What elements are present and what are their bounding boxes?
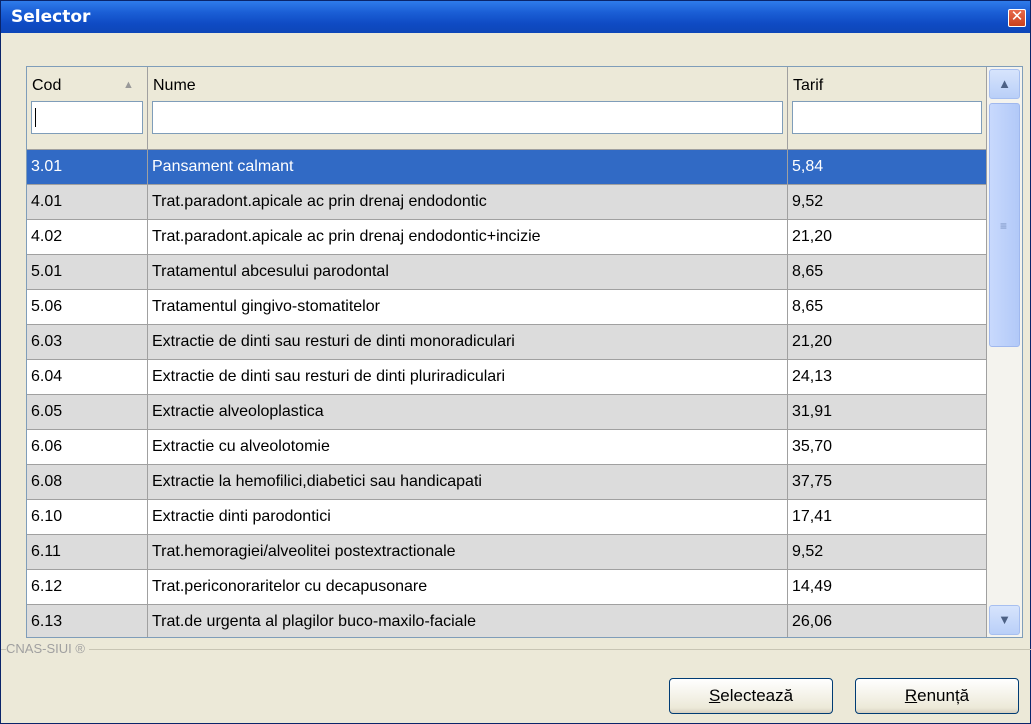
cell-tarif: 14,49 (788, 570, 987, 604)
cell-tarif: 31,91 (788, 395, 987, 429)
select-accel: S (708, 686, 721, 705)
cell-cod: 3.01 (27, 150, 148, 184)
cell-cod: 6.10 (27, 500, 148, 534)
cell-cod: 6.06 (27, 430, 148, 464)
footer-divider (1, 649, 1031, 650)
cell-nume: Trat.periconoraritelor cu decapusonare (148, 570, 788, 604)
selector-dialog: Selector ✕ Cod ▲ Nume Tarif 3.01 Pansamen… (0, 0, 1031, 724)
grid-header: Cod ▲ Nume Tarif (27, 67, 987, 150)
cell-tarif: 17,41 (788, 500, 987, 534)
table-row[interactable]: 6.11 Trat.hemoragiei/alveolitei postextra… (27, 535, 987, 570)
scroll-thumb[interactable]: ≡ (989, 103, 1020, 347)
cancel-label: enunță (917, 686, 970, 705)
cell-cod: 6.03 (27, 325, 148, 359)
table-row[interactable]: 5.06 Tratamentul gingivo-stomatitelor 8,65 (27, 290, 987, 325)
cell-cod: 6.13 (27, 605, 148, 637)
cancel-accel: R (904, 686, 918, 705)
cell-cod: 6.08 (27, 465, 148, 499)
cell-nume: Tratamentul gingivo-stomatitelor (148, 290, 788, 324)
cell-tarif: 5,84 (788, 150, 987, 184)
cell-nume: Tratamentul abcesului parodontal (148, 255, 788, 289)
cell-tarif: 9,52 (788, 535, 987, 569)
table-row[interactable]: 4.01 Trat.paradont.apicale ac prin drenaj… (27, 185, 987, 220)
table-row[interactable]: 5.01 Tratamentul abcesului parodontal 8,65 (27, 255, 987, 290)
filter-nume-input[interactable] (152, 101, 783, 134)
close-icon: ✕ (1010, 7, 1024, 25)
column-header-tarif[interactable]: Tarif (788, 67, 987, 149)
cell-cod: 5.06 (27, 290, 148, 324)
table-row[interactable]: 6.10 Extractie dinti parodontici 17,41 (27, 500, 987, 535)
cell-tarif: 8,65 (788, 255, 987, 289)
text-caret (35, 108, 36, 127)
cell-cod: 6.04 (27, 360, 148, 394)
table-row[interactable]: 6.03 Extractie de dinti sau resturi de di… (27, 325, 987, 360)
sort-ascending-icon: ▲ (123, 79, 134, 91)
table-row[interactable]: 6.13 Trat.de urgenta al plagilor buco-max… (27, 605, 987, 637)
cell-cod: 6.11 (27, 535, 148, 569)
select-label: electează (720, 686, 794, 705)
scroll-down-button[interactable]: ▼ (989, 605, 1020, 635)
column-header-nume[interactable]: Nume (148, 67, 788, 149)
cell-tarif: 9,52 (788, 185, 987, 219)
cell-nume: Trat.hemoragiei/alveolitei postextractio… (148, 535, 788, 569)
table-row[interactable]: 6.06 Extractie cu alveolotomie 35,70 (27, 430, 987, 465)
cell-nume: Trat.paradont.apicale ac prin drenaj end… (148, 220, 788, 254)
grip-icon: ≡ (1000, 219, 1008, 233)
cell-nume: Trat.de urgenta al plagilor buco-maxilo-… (148, 605, 788, 637)
cell-tarif: 21,20 (788, 325, 987, 359)
cell-cod: 4.02 (27, 220, 148, 254)
column-label-tarif: Tarif (793, 77, 824, 94)
vertical-scrollbar[interactable]: ▲ ≡ ▼ (987, 67, 1022, 637)
title-bar[interactable]: Selector ✕ (1, 1, 1030, 33)
grid-rows: 3.01 Pansament calmant 5,84 4.01 Trat.parado… (27, 150, 987, 637)
cell-nume: Extractie de dinti sau resturi de dinti … (148, 360, 788, 394)
cell-cod: 5.01 (27, 255, 148, 289)
table-row[interactable]: 6.08 Extractie la hemofilici,diabetici sa… (27, 465, 987, 500)
table-row[interactable]: 4.02 Trat.paradont.apicale ac prin drenaj… (27, 220, 987, 255)
table-row[interactable]: 6.05 Extractie alveoloplastica 31,91 (27, 395, 987, 430)
cell-cod: 6.12 (27, 570, 148, 604)
window-title: Selector (11, 7, 91, 27)
chevron-up-icon: ▲ (998, 76, 1011, 91)
cell-nume: Extractie dinti parodontici (148, 500, 788, 534)
cell-nume: Extractie de dinti sau resturi de dinti … (148, 325, 788, 359)
scroll-up-button[interactable]: ▲ (989, 69, 1020, 99)
chevron-down-icon: ▼ (998, 612, 1011, 627)
column-header-cod[interactable]: Cod ▲ (27, 67, 148, 149)
cell-cod: 6.05 (27, 395, 148, 429)
cell-tarif: 8,65 (788, 290, 987, 324)
table-row[interactable]: 6.12 Trat.periconoraritelor cu decapusona… (27, 570, 987, 605)
column-label-nume: Nume (153, 77, 196, 94)
cell-tarif: 21,20 (788, 220, 987, 254)
cancel-button[interactable]: Renunță (855, 678, 1019, 714)
cell-cod: 4.01 (27, 185, 148, 219)
cell-nume: Extractie la hemofilici,diabetici sau ha… (148, 465, 788, 499)
filter-cod-input[interactable] (31, 101, 143, 134)
cell-tarif: 26,06 (788, 605, 987, 637)
cell-tarif: 24,13 (788, 360, 987, 394)
column-label-cod: Cod (32, 77, 62, 94)
cell-nume: Pansament calmant (148, 150, 788, 184)
cell-nume: Trat.paradont.apicale ac prin drenaj end… (148, 185, 788, 219)
table-row[interactable]: 6.04 Extractie de dinti sau resturi de di… (27, 360, 987, 395)
table-row[interactable]: 3.01 Pansament calmant 5,84 (27, 150, 987, 185)
cell-nume: Extractie alveoloplastica (148, 395, 788, 429)
select-button[interactable]: Selectează (669, 678, 833, 714)
close-button[interactable]: ✕ (1008, 7, 1026, 27)
cell-tarif: 35,70 (788, 430, 987, 464)
data-grid: Cod ▲ Nume Tarif 3.01 Pansament calmant 5,… (26, 66, 1023, 638)
cell-tarif: 37,75 (788, 465, 987, 499)
cell-nume: Extractie cu alveolotomie (148, 430, 788, 464)
brand-label: CNAS-SIUI ® (6, 641, 89, 656)
filter-tarif-input[interactable] (792, 101, 982, 134)
